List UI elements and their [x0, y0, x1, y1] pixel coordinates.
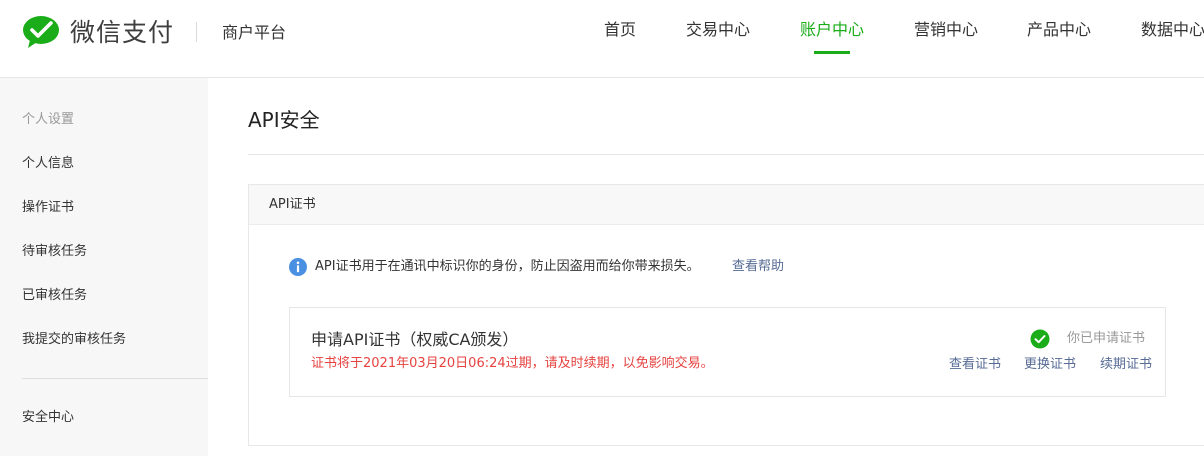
- title-divider: [248, 154, 1204, 155]
- nav-account-center[interactable]: 账户中心: [800, 18, 864, 42]
- nav-transactions[interactable]: 交易中心: [686, 18, 750, 42]
- sidebar-item-my-submitted[interactable]: 我提交的审核任务: [22, 331, 126, 349]
- panel-header: API证书: [249, 185, 1204, 225]
- cert-expiry-warning: 证书将于2021年03月20日06:24过期，请及时续期，以免影响交易。: [311, 356, 714, 371]
- top-header: 微信支付 商户平台 首页 交易中心 账户中心 营销中心 产品中心 数据中心: [0, 0, 1204, 78]
- sidebar-item-security-center[interactable]: 安全中心: [22, 409, 74, 427]
- cert-actions: 查看证书 更换证书 续期证书: [925, 356, 1152, 376]
- cert-status-text: 你已申请证书: [1066, 331, 1145, 346]
- sidebar-item-personal-info[interactable]: 个人信息: [22, 155, 74, 173]
- api-cert-panel: API证书 API证书用于在通讯中标识你的身份，防止因盗用而给你带来损失。 查看…: [248, 184, 1204, 446]
- sidebar-item-reviewed[interactable]: 已审核任务: [22, 287, 87, 305]
- nav-home[interactable]: 首页: [604, 18, 636, 42]
- nav-products[interactable]: 产品中心: [1027, 18, 1091, 42]
- check-circle-icon: [1030, 329, 1050, 349]
- cert-title: 申请API证书（权威CA颁发）: [311, 330, 519, 349]
- nav-active-indicator: [814, 51, 850, 54]
- renew-cert-link[interactable]: 续期证书: [1100, 356, 1152, 374]
- cert-card: 申请API证书（权威CA颁发） 证书将于2021年03月20日06:24过期，请…: [289, 307, 1166, 397]
- sidebar: 个人设置 个人信息 操作证书 待审核任务 已审核任务 我提交的审核任务 安全中心: [0, 78, 208, 456]
- view-help-link[interactable]: 查看帮助: [732, 258, 784, 276]
- page-title: API安全: [248, 108, 320, 132]
- sidebar-section-personal-settings: 个人设置: [22, 112, 75, 127]
- info-icon: [289, 258, 307, 276]
- view-cert-link[interactable]: 查看证书: [949, 356, 1001, 374]
- main-nav: 首页 交易中心 账户中心 营销中心 产品中心 数据中心: [0, 18, 1204, 58]
- info-notice: API证书用于在通讯中标识你的身份，防止因盗用而给你带来损失。 查看帮助: [289, 257, 889, 277]
- panel-heading: API证书: [269, 197, 316, 212]
- nav-data-center[interactable]: 数据中心: [1141, 18, 1204, 42]
- cert-status: 你已申请证书: [1025, 329, 1145, 349]
- replace-cert-link[interactable]: 更换证书: [1024, 356, 1076, 374]
- info-text: API证书用于在通讯中标识你的身份，防止因盗用而给你带来损失。: [315, 259, 700, 274]
- nav-marketing[interactable]: 营销中心: [914, 18, 978, 42]
- sidebar-divider: [22, 378, 208, 379]
- sidebar-item-operation-cert[interactable]: 操作证书: [22, 199, 74, 217]
- sidebar-item-pending-review[interactable]: 待审核任务: [22, 243, 87, 261]
